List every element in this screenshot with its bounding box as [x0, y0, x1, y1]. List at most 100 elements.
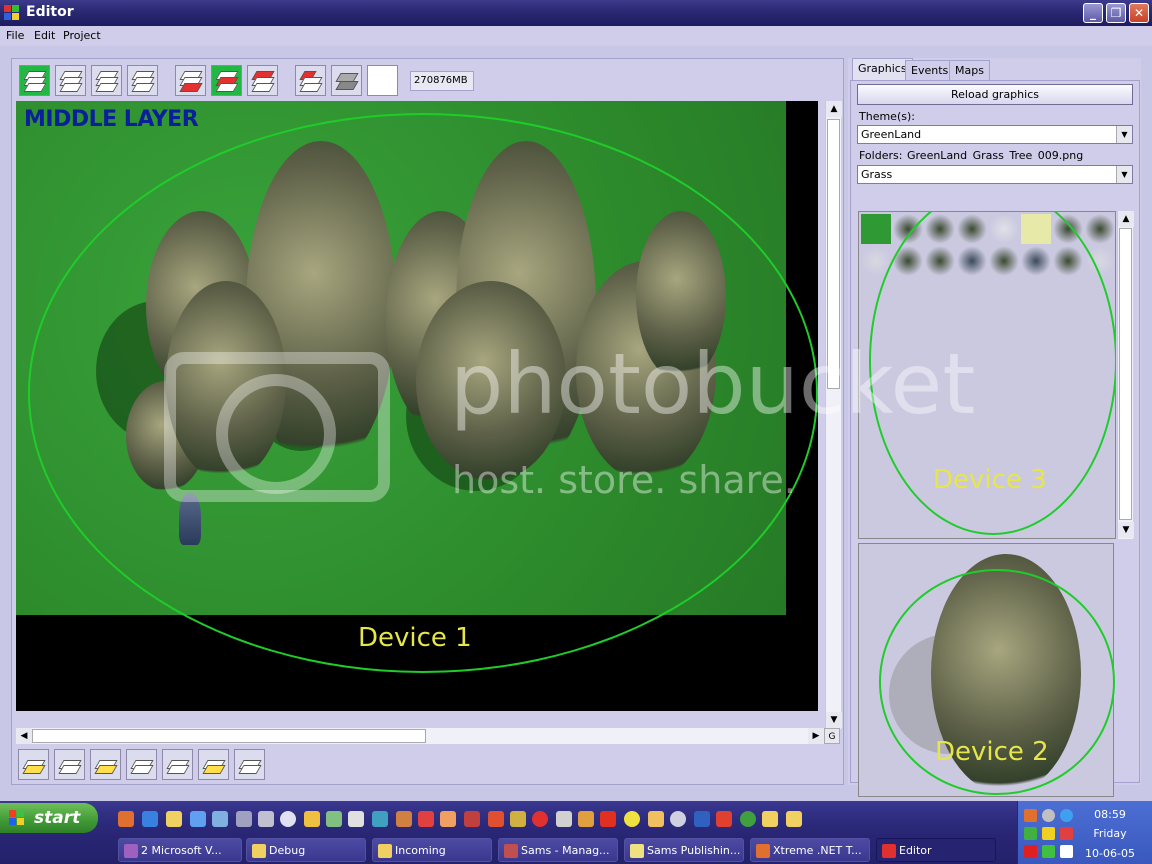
scroll-down-icon[interactable]: ▼: [826, 712, 842, 728]
firefox-icon[interactable]: [118, 811, 134, 827]
app-icon[interactable]: [396, 811, 412, 827]
size-grip[interactable]: G: [824, 728, 840, 744]
blank-tool-button[interactable]: [367, 65, 398, 96]
folders-path: GreenLand Grass Tree 009.png: [907, 149, 1084, 162]
tray-icon[interactable]: [1042, 845, 1055, 858]
white-layer-button[interactable]: [126, 749, 157, 780]
grass-tile[interactable]: [861, 214, 891, 244]
tab-maps[interactable]: Maps: [949, 60, 990, 80]
chevron-down-icon[interactable]: ▼: [1116, 126, 1132, 143]
white-layer-button[interactable]: [234, 749, 265, 780]
device-1-label: Device 1: [358, 623, 472, 653]
reload-graphics-button[interactable]: Reload graphics: [857, 84, 1133, 105]
system-tray: 08:59 Friday 10-06-05: [1017, 801, 1152, 864]
task-xtreme-net[interactable]: Xtreme .NET T...: [750, 838, 870, 862]
app-icon[interactable]: [372, 811, 388, 827]
app-icon[interactable]: [488, 811, 504, 827]
tray-icon[interactable]: [1060, 845, 1073, 858]
close-button[interactable]: ✕: [1129, 3, 1149, 23]
app-icon[interactable]: [670, 811, 686, 827]
app-icon[interactable]: [440, 811, 456, 827]
desktop-icon[interactable]: [190, 811, 206, 827]
notepad-icon[interactable]: [236, 811, 252, 827]
app-icon[interactable]: [694, 811, 710, 827]
folder-select[interactable]: Grass ▼: [857, 165, 1133, 184]
scroll-down-icon[interactable]: ▼: [1118, 522, 1134, 538]
maximize-button[interactable]: ❐: [1106, 3, 1126, 23]
themes-label: Theme(s):: [859, 110, 915, 123]
menu-edit[interactable]: Edit: [34, 29, 55, 42]
tree-tile[interactable]: [1085, 214, 1115, 244]
layer-middle-button[interactable]: [91, 65, 122, 96]
grid-toggle-button[interactable]: [295, 65, 326, 96]
gray-layer-button[interactable]: [331, 65, 362, 96]
watermark-subtext: host. store. share.: [452, 458, 796, 502]
scroll-left-icon[interactable]: ◀: [16, 728, 32, 744]
app-icon[interactable]: [532, 811, 548, 827]
hscroll-thumb[interactable]: [32, 729, 426, 743]
camera-watermark-icon: [164, 352, 390, 502]
folder-icon[interactable]: [166, 811, 182, 827]
tab-events[interactable]: Events: [905, 60, 955, 80]
task-sams-manag[interactable]: Sams - Manag...: [498, 838, 618, 862]
ie-icon[interactable]: [142, 811, 158, 827]
white-layer-button[interactable]: [54, 749, 85, 780]
task-debug[interactable]: Debug: [246, 838, 366, 862]
map-hscrollbar[interactable]: ◀ ▶: [16, 728, 824, 744]
menu-file[interactable]: File: [6, 29, 24, 42]
media-icon[interactable]: [280, 811, 296, 827]
layer-red-middle-button[interactable]: [211, 65, 242, 96]
folder-icon[interactable]: [762, 811, 778, 827]
task-sams-publishing[interactable]: Sams Publishin...: [624, 838, 744, 862]
app-icon[interactable]: [348, 811, 364, 827]
folder-icon[interactable]: [786, 811, 802, 827]
layer-red-top-button[interactable]: [247, 65, 278, 96]
app-icon[interactable]: [578, 811, 594, 827]
ati-icon[interactable]: [1024, 845, 1037, 858]
device-2-label: Device 2: [935, 737, 1049, 767]
app-icon[interactable]: [600, 811, 616, 827]
gallery-scroll-thumb[interactable]: [1119, 228, 1132, 520]
shield-icon[interactable]: [740, 811, 756, 827]
app-icon[interactable]: [212, 811, 228, 827]
app-icon[interactable]: [624, 811, 640, 827]
tray-icon[interactable]: [1042, 827, 1055, 840]
app-icon[interactable]: [556, 811, 572, 827]
layer-all-button[interactable]: [19, 65, 50, 96]
task-editor[interactable]: Editor: [876, 838, 996, 862]
task-incoming[interactable]: Incoming: [372, 838, 492, 862]
globe-icon[interactable]: [1060, 809, 1073, 822]
app-icon[interactable]: [716, 811, 732, 827]
tray-icon[interactable]: [1042, 809, 1055, 822]
taskbar: start 2 Microsoft V... Debug Incoming Sa…: [0, 801, 1152, 864]
scroll-right-icon[interactable]: ▶: [808, 728, 824, 744]
theme-select[interactable]: GreenLand ▼: [857, 125, 1133, 144]
tab-graphics[interactable]: Graphics: [852, 58, 913, 81]
task-microsoft-vs[interactable]: 2 Microsoft V...: [118, 838, 242, 862]
app-icon[interactable]: [510, 811, 526, 827]
minimize-button[interactable]: _: [1083, 3, 1103, 23]
gallery-vscrollbar[interactable]: ▲ ▼: [1117, 211, 1134, 539]
yellow-layer-button[interactable]: [198, 749, 229, 780]
layer-bottom-button[interactable]: [127, 65, 158, 96]
app-icon[interactable]: [258, 811, 274, 827]
app-icon[interactable]: [304, 811, 320, 827]
app-icon[interactable]: [418, 811, 434, 827]
tray-icon[interactable]: [1024, 827, 1037, 840]
layer-top-button[interactable]: [55, 65, 86, 96]
app-icon[interactable]: [326, 811, 342, 827]
yellow-layer-button[interactable]: [18, 749, 49, 780]
tray-icon[interactable]: [1024, 809, 1037, 822]
app-icon[interactable]: [464, 811, 480, 827]
tray-icon[interactable]: [1060, 827, 1073, 840]
layer-red-bottom-button[interactable]: [175, 65, 206, 96]
app-icon[interactable]: [648, 811, 664, 827]
chevron-down-icon[interactable]: ▼: [1116, 166, 1132, 183]
scroll-up-icon[interactable]: ▲: [826, 101, 842, 117]
windows-flag-icon: [9, 810, 25, 826]
start-button[interactable]: start: [0, 803, 98, 833]
white-layer-button[interactable]: [162, 749, 193, 780]
yellow-layer-button[interactable]: [90, 749, 121, 780]
scroll-up-icon[interactable]: ▲: [1118, 211, 1134, 227]
menu-project[interactable]: Project: [63, 29, 101, 42]
